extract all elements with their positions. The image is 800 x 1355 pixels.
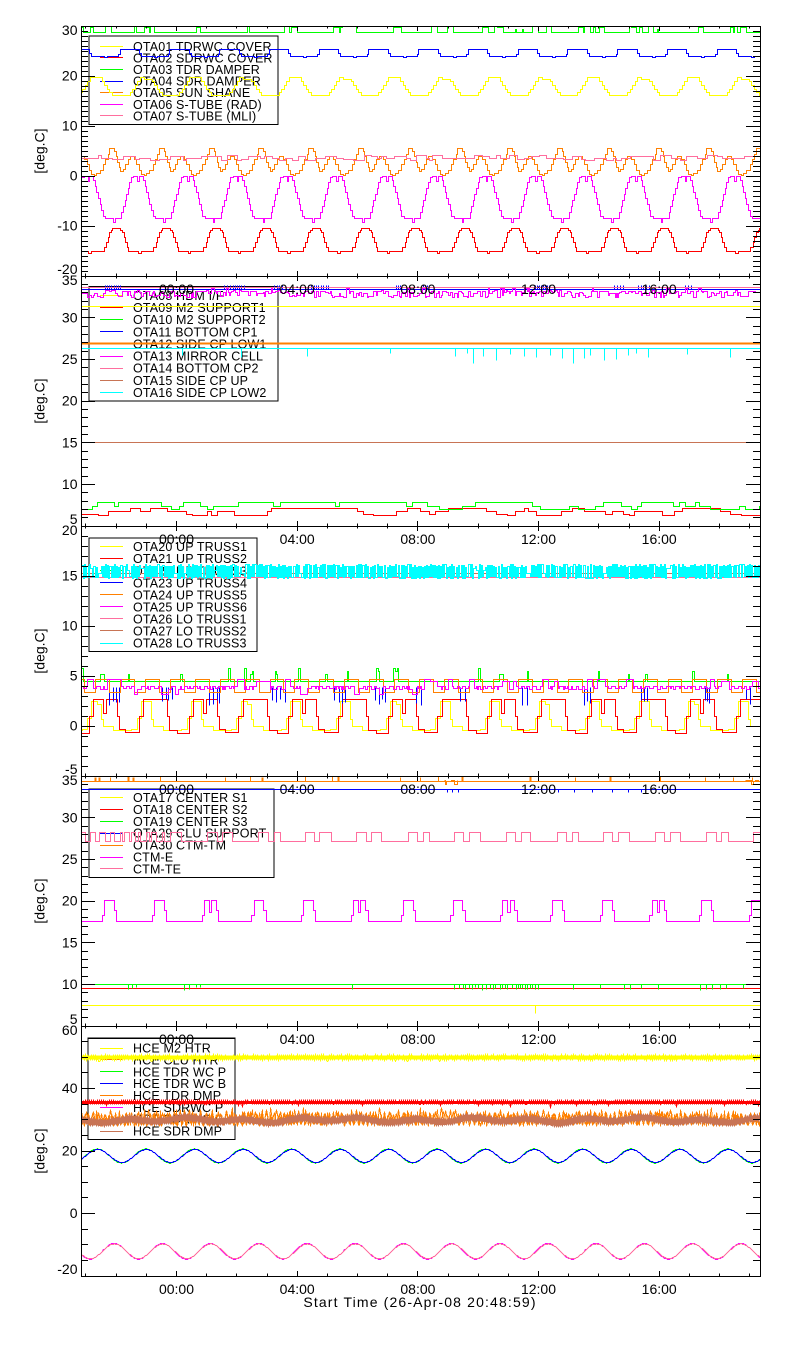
svg-text:60: 60 (62, 1022, 78, 1038)
svg-text:35: 35 (62, 272, 78, 288)
svg-text:30: 30 (62, 22, 78, 38)
svg-text:[deg.C]: [deg.C] (32, 878, 48, 923)
svg-text:12:00: 12:00 (521, 531, 556, 547)
svg-text:08:00: 08:00 (400, 781, 435, 797)
svg-text:20: 20 (62, 393, 78, 409)
svg-text:04:00: 04:00 (280, 531, 315, 547)
svg-text:0: 0 (70, 168, 78, 184)
svg-text:04:00: 04:00 (280, 1031, 315, 1047)
svg-text:[deg.C]: [deg.C] (32, 1128, 48, 1173)
svg-text:10: 10 (62, 618, 78, 634)
svg-text:04:00: 04:00 (280, 781, 315, 797)
svg-text:08:00: 08:00 (400, 281, 435, 297)
svg-text:20: 20 (62, 893, 78, 909)
svg-text:Start Time (26-Apr-08 20:48:59: Start Time (26-Apr-08 20:48:59) (303, 1294, 536, 1310)
svg-text:25: 25 (62, 851, 78, 867)
svg-text:08:00: 08:00 (400, 1031, 435, 1047)
svg-text:-10: -10 (57, 218, 77, 234)
svg-text:30: 30 (62, 809, 78, 825)
svg-text:5: 5 (70, 668, 78, 684)
svg-text:12:00: 12:00 (521, 1031, 556, 1047)
svg-text:10: 10 (62, 118, 78, 134)
svg-text:20: 20 (62, 522, 78, 538)
svg-text:16:00: 16:00 (642, 781, 677, 797)
svg-text:[deg.C]: [deg.C] (32, 378, 48, 423)
svg-text:00:00: 00:00 (159, 1281, 194, 1297)
svg-text:15: 15 (62, 568, 78, 584)
svg-text:-20: -20 (57, 1261, 77, 1277)
svg-text:00:00: 00:00 (159, 531, 194, 547)
svg-text:15: 15 (62, 934, 78, 950)
svg-text:10: 10 (62, 476, 78, 492)
svg-text:08:00: 08:00 (400, 531, 435, 547)
svg-text:0: 0 (70, 718, 78, 734)
svg-text:15: 15 (62, 434, 78, 450)
svg-text:10: 10 (62, 976, 78, 992)
svg-text:00:00: 00:00 (159, 281, 194, 297)
svg-text:00:00: 00:00 (159, 781, 194, 797)
svg-text:HCE SDR DMP: HCE SDR DMP (133, 1125, 222, 1139)
svg-text:25: 25 (62, 351, 78, 367)
svg-text:0: 0 (70, 1205, 78, 1221)
svg-text:20: 20 (62, 1143, 78, 1159)
svg-text:OTA07 S-TUBE (MLI): OTA07 S-TUBE (MLI) (133, 109, 256, 123)
svg-text:35: 35 (62, 772, 78, 788)
svg-text:OTA28 LO TRUSS3: OTA28 LO TRUSS3 (133, 637, 247, 651)
svg-text:20: 20 (62, 68, 78, 84)
svg-text:16:00: 16:00 (642, 531, 677, 547)
svg-text:[deg.C]: [deg.C] (32, 128, 48, 173)
svg-text:40: 40 (62, 1080, 78, 1096)
svg-text:[deg.C]: [deg.C] (32, 628, 48, 673)
svg-text:CTM-TE: CTM-TE (133, 863, 181, 877)
svg-text:16:00: 16:00 (642, 281, 677, 297)
svg-text:16:00: 16:00 (642, 1031, 677, 1047)
svg-text:30: 30 (62, 309, 78, 325)
svg-text:00:00: 00:00 (159, 1031, 194, 1047)
svg-text:12:00: 12:00 (521, 781, 556, 797)
svg-text:04:00: 04:00 (280, 281, 315, 297)
svg-text:12:00: 12:00 (521, 281, 556, 297)
svg-text:16:00: 16:00 (642, 1281, 677, 1297)
svg-text:OTA16 SIDE CP LOW2: OTA16 SIDE CP LOW2 (133, 386, 267, 400)
